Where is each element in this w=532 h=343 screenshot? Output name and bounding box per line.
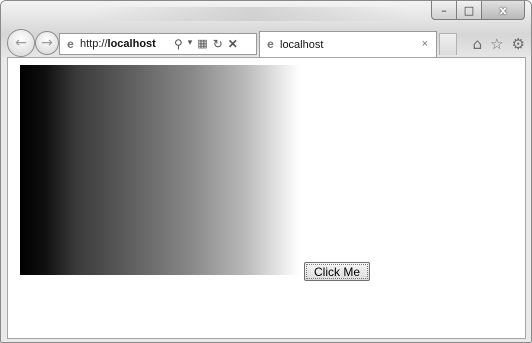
address-actions: ⚲ ▾ ▦ ↻ ✕ (174, 37, 238, 51)
tab-title: localhost (280, 38, 324, 51)
forward-arrow-icon: → (41, 35, 53, 51)
back-button[interactable]: ← (7, 29, 35, 57)
address-bar[interactable]: e http://localhost ⚲ ▾ ▦ ↻ ✕ (59, 33, 257, 55)
page-content: Click Me (7, 57, 526, 339)
navigation-row: ← → e http://localhost ⚲ ▾ ▦ ↻ ✕ e local… (1, 29, 531, 57)
tab-ie-icon: e (267, 37, 274, 51)
home-icon[interactable]: ⌂ (473, 35, 483, 53)
forward-button[interactable]: → (35, 31, 59, 55)
tools-gear-icon[interactable]: ⚙ (512, 35, 525, 53)
minimize-button[interactable]: – (431, 1, 457, 20)
refresh-icon[interactable]: ↻ (213, 37, 223, 51)
maximize-button[interactable]: □ (457, 1, 482, 20)
click-me-button[interactable]: Click Me (304, 262, 370, 281)
back-arrow-icon: ← (15, 35, 27, 51)
dropdown-icon[interactable]: ▾ (188, 37, 193, 51)
stop-icon[interactable]: ✕ (228, 37, 238, 51)
ie-page-icon: e (67, 36, 74, 51)
close-window-button[interactable]: x (482, 1, 525, 20)
url-host: localhost (107, 38, 156, 50)
favorites-star-icon[interactable]: ☆ (490, 35, 503, 53)
url-prefix: http:// (80, 38, 108, 50)
compat-icon[interactable]: ▦ (197, 37, 207, 51)
search-icon[interactable]: ⚲ (174, 37, 183, 51)
address-url[interactable]: http://localhost (80, 38, 170, 50)
browser-window: – □ x ← → e http://localhost ⚲ ▾ ▦ ↻ ✕ e… (0, 0, 532, 343)
tab-localhost[interactable]: e localhost × (259, 31, 437, 57)
command-icons: ⌂ ☆ ⚙ (473, 35, 525, 53)
caption-buttons: – □ x (431, 1, 525, 21)
title-blur (91, 7, 411, 21)
gradient-canvas (20, 65, 300, 275)
title-bar: – □ x ← → e http://localhost ⚲ ▾ ▦ ↻ ✕ e… (1, 1, 531, 57)
new-tab-button[interactable] (439, 33, 457, 55)
tab-close-icon[interactable]: × (422, 38, 428, 50)
